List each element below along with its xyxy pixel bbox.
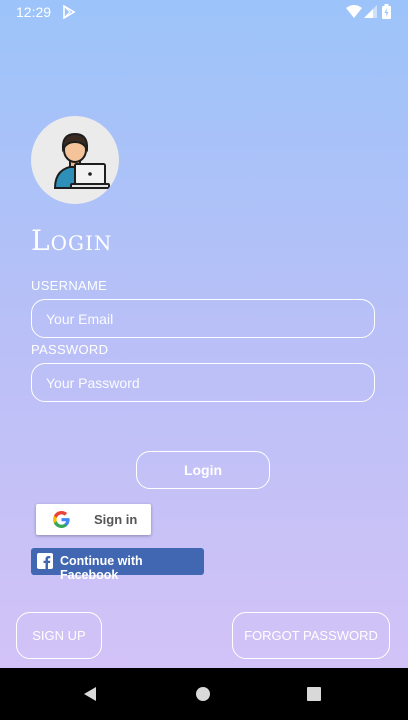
page-title: Login: [31, 224, 113, 257]
username-field-container: [31, 299, 375, 338]
facebook-login-label: Continue with Facebook: [60, 554, 143, 582]
google-sign-in-label: Sign in: [94, 512, 138, 527]
password-input[interactable]: [32, 364, 374, 401]
back-triangle-icon: [84, 687, 96, 701]
google-g-icon: [53, 511, 70, 528]
home-circle-icon: [196, 687, 210, 701]
cell-signal-icon: [364, 5, 377, 18]
google-sign-in-button[interactable]: Sign in: [36, 504, 151, 535]
status-time: 12:29: [16, 4, 52, 20]
back-button[interactable]: [60, 668, 120, 720]
wifi-icon: [346, 5, 362, 18]
recent-apps-square-icon: [307, 687, 321, 701]
password-label: PASSWORD: [31, 342, 109, 357]
login-button-label: Login: [183, 462, 223, 478]
battery-icon: [382, 4, 391, 19]
facebook-f-icon: [37, 553, 53, 569]
status-bar: 12:29: [0, 0, 408, 24]
username-input[interactable]: [32, 300, 374, 337]
system-navigation-bar: [0, 668, 408, 720]
username-label: USERNAME: [31, 278, 108, 293]
forgot-password-label: FORGOT PASSWORD: [244, 628, 378, 643]
password-field-container: [31, 363, 375, 402]
user-laptop-avatar-icon: [31, 116, 119, 204]
home-button[interactable]: [173, 668, 233, 720]
login-button[interactable]: Login: [136, 451, 270, 489]
forgot-password-button[interactable]: FORGOT PASSWORD: [232, 612, 390, 659]
sign-up-label: SIGN UP: [32, 628, 86, 643]
login-screen: 12:29 Login USERNAME Your Email PASSWORD…: [0, 0, 408, 720]
sign-up-button[interactable]: SIGN UP: [16, 612, 102, 659]
recent-apps-button[interactable]: [284, 668, 344, 720]
play-store-icon: [63, 5, 76, 19]
facebook-login-button[interactable]: Continue with Facebook: [31, 548, 204, 582]
